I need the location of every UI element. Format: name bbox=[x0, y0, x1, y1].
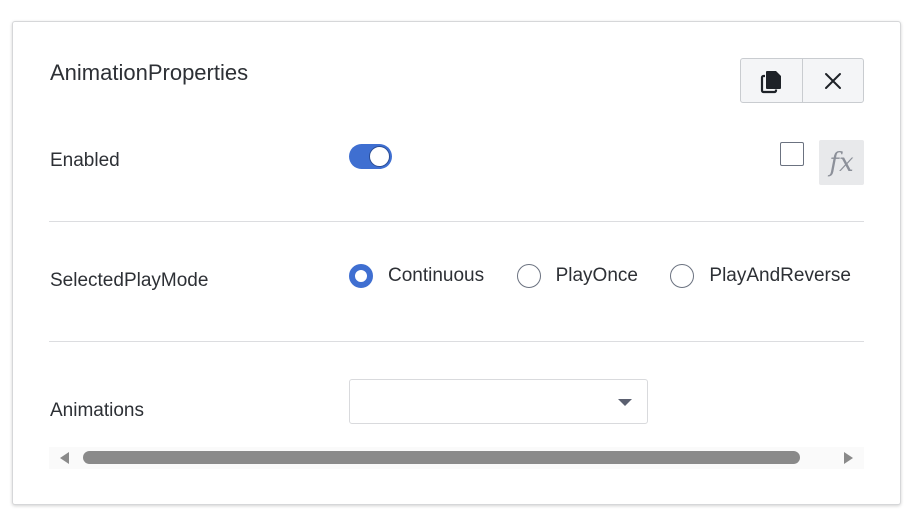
radio-play-and-reverse[interactable]: PlayAndReverse bbox=[670, 262, 851, 290]
toggle-knob bbox=[369, 146, 390, 167]
radio-selected-indicator bbox=[349, 264, 373, 288]
panel-actions bbox=[740, 58, 864, 103]
animations-dropdown[interactable] bbox=[349, 379, 648, 424]
copy-button[interactable] bbox=[741, 59, 802, 102]
fx-icon: fx bbox=[829, 147, 854, 178]
enabled-label: Enabled bbox=[50, 150, 120, 171]
radio-label: PlayAndReverse bbox=[709, 265, 851, 286]
panel-title: AnimationProperties bbox=[50, 60, 249, 85]
expression-checkbox[interactable] bbox=[780, 142, 804, 166]
scrollbar-thumb[interactable] bbox=[83, 451, 800, 464]
radio-indicator bbox=[516, 264, 541, 288]
selected-play-mode-label: SelectedPlayMode bbox=[50, 270, 209, 291]
animation-properties-panel: AnimationProperties Enabled fx SelectedP… bbox=[12, 21, 901, 505]
play-mode-radio-group: Continuous PlayOnce PlayAndReverse bbox=[349, 262, 865, 290]
close-icon bbox=[824, 72, 841, 89]
scroll-right-arrow-icon[interactable] bbox=[844, 452, 853, 464]
close-button[interactable] bbox=[801, 59, 864, 102]
enabled-toggle[interactable] bbox=[349, 144, 392, 169]
radio-label: Continuous bbox=[388, 265, 485, 286]
radio-continuous[interactable]: Continuous bbox=[349, 262, 484, 290]
animations-label: Animations bbox=[50, 400, 144, 421]
fx-expression-button[interactable]: fx bbox=[819, 140, 864, 185]
row-divider bbox=[49, 221, 864, 222]
row-divider bbox=[49, 341, 864, 342]
radio-indicator bbox=[670, 264, 695, 288]
scroll-left-arrow-icon[interactable] bbox=[60, 452, 69, 464]
horizontal-scrollbar[interactable] bbox=[49, 447, 864, 469]
chevron-down-icon bbox=[618, 399, 632, 406]
copy-icon bbox=[761, 70, 782, 93]
radio-label: PlayOnce bbox=[555, 265, 638, 286]
radio-play-once[interactable]: PlayOnce bbox=[516, 262, 638, 290]
